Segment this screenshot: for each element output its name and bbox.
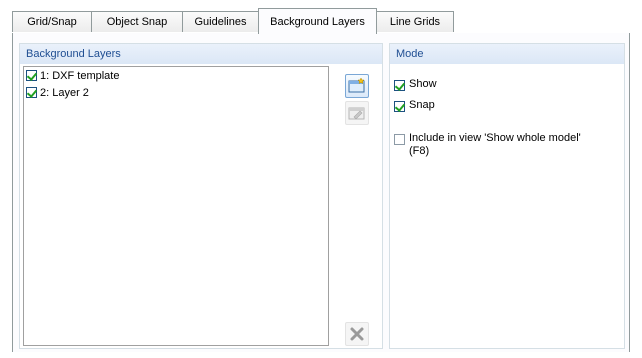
dialog-page: Grid/Snap Object Snap Guidelines Backgro… [0, 0, 642, 358]
tab-label: Guidelines [194, 16, 247, 28]
list-item[interactable]: 2: Layer 2 [24, 84, 328, 101]
edit-layer-button[interactable] [345, 101, 369, 125]
include-in-view-label: Include in view 'Show whole model' (F8) [409, 132, 581, 158]
layers-list[interactable]: 1: DXF template 2: Layer 2 [23, 66, 329, 346]
show-option[interactable]: Show [394, 78, 437, 91]
tab-grid-snap[interactable]: Grid/Snap [12, 11, 92, 32]
tab-label: Background Layers [270, 15, 365, 28]
include-label-line1: Include in view 'Show whole model' [409, 132, 581, 144]
delete-layer-icon [350, 327, 364, 341]
layer-label: 1: DXF template [40, 69, 120, 82]
layer-2-checkbox[interactable] [26, 87, 37, 98]
snap-checkbox[interactable] [394, 101, 405, 112]
tab-guidelines[interactable]: Guidelines [182, 11, 259, 32]
snap-label: Snap [409, 99, 435, 111]
delete-layer-button[interactable] [345, 322, 369, 346]
tab-page: Background Layers 1: DXF template 2: Lay… [12, 33, 630, 352]
tab-strip: Grid/Snap Object Snap Guidelines Backgro… [12, 8, 630, 34]
tab-object-snap[interactable]: Object Snap [91, 11, 183, 32]
background-layers-group: Background Layers 1: DXF template 2: Lay… [19, 43, 383, 349]
mode-header: Mode [390, 44, 624, 64]
background-layers-header: Background Layers [20, 44, 382, 64]
show-label: Show [409, 78, 437, 90]
snap-option[interactable]: Snap [394, 99, 435, 112]
tab-line-grids[interactable]: Line Grids [376, 11, 454, 32]
include-label-line2: (F8) [409, 145, 430, 157]
tab-label: Grid/Snap [27, 16, 77, 28]
new-layer-icon [348, 78, 365, 93]
layer-label: 2: Layer 2 [40, 86, 89, 99]
tab-label: Line Grids [389, 16, 441, 28]
tab-background-layers[interactable]: Background Layers [258, 8, 377, 34]
new-layer-button[interactable] [345, 74, 369, 98]
mode-group: Mode Show Snap Include in view 'Show who… [389, 43, 625, 349]
include-in-view-checkbox[interactable] [394, 134, 405, 145]
show-checkbox[interactable] [394, 80, 405, 91]
group-title: Background Layers [26, 48, 121, 60]
list-item[interactable]: 1: DXF template [24, 67, 328, 84]
include-in-view-option[interactable]: Include in view 'Show whole model' (F8) [394, 132, 581, 158]
edit-layer-icon [348, 107, 365, 120]
layer-1-checkbox[interactable] [26, 70, 37, 81]
group-title: Mode [396, 48, 424, 60]
tab-label: Object Snap [106, 16, 168, 28]
